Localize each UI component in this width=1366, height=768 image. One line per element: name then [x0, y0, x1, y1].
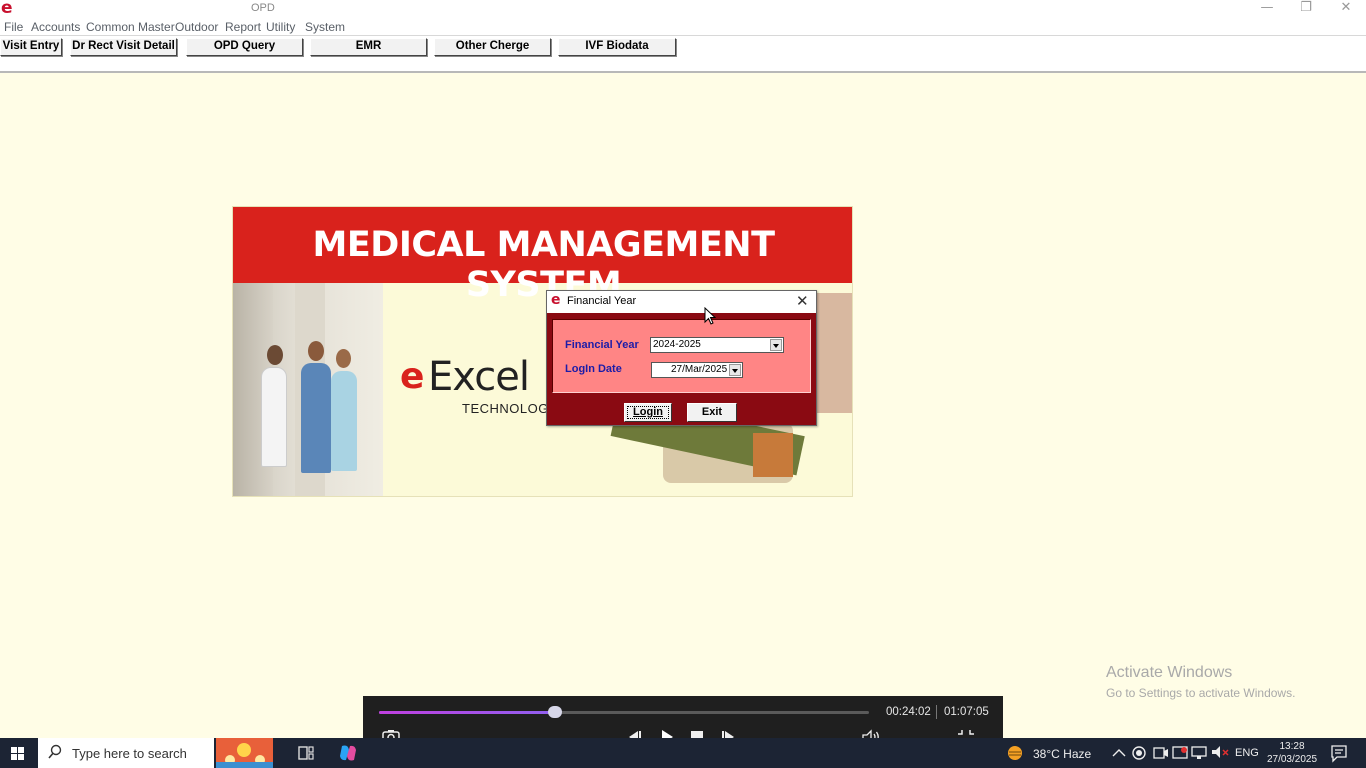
- visit-entry-button[interactable]: Visit Entry: [0, 38, 62, 56]
- dialog-panel: Financial Year 2024-2025 LogIn Date 27/M…: [552, 319, 811, 393]
- search-placeholder: Type here to search: [72, 746, 187, 761]
- menu-accounts[interactable]: Accounts: [31, 20, 80, 34]
- financial-year-select[interactable]: 2024-2025: [650, 337, 784, 353]
- taskbar: Type here to search 38°C Haze ENG 13:28 …: [0, 738, 1366, 768]
- app-logo-icon: e: [1, 0, 13, 18]
- login-button[interactable]: Login: [624, 403, 672, 422]
- login-date-value: 27/Mar/2025: [671, 364, 728, 375]
- meet-icon[interactable]: [1149, 742, 1171, 764]
- minimize-button[interactable]: —: [1247, 0, 1287, 18]
- nurse-figure-2: [331, 371, 357, 471]
- chevron-up-icon[interactable]: [1108, 742, 1130, 764]
- activate-windows-title: Activate Windows: [1106, 664, 1233, 681]
- news-widget-icon[interactable]: [216, 738, 273, 768]
- network-icon[interactable]: [1189, 742, 1211, 764]
- menu-system[interactable]: System: [305, 20, 345, 34]
- doctors-photo: [233, 283, 383, 496]
- menu-utility[interactable]: Utility: [266, 20, 295, 34]
- close-button[interactable]: ✕: [1326, 0, 1366, 18]
- seek-progress: [379, 711, 556, 714]
- opd-query-button[interactable]: OPD Query: [186, 38, 303, 56]
- remote-icon[interactable]: [1169, 742, 1191, 764]
- dialog-title-bar[interactable]: e Financial Year ✕: [547, 291, 816, 313]
- nurse-figure: [301, 363, 331, 473]
- taskbar-search[interactable]: Type here to search: [38, 738, 214, 768]
- clock-time: 13:28: [1279, 741, 1305, 752]
- dialog-close-icon[interactable]: ✕: [796, 292, 809, 310]
- dialog-logo-icon: e: [551, 292, 561, 308]
- title-bar: e OPD — ❐ ✕: [0, 0, 1366, 18]
- record-icon[interactable]: [1128, 742, 1150, 764]
- weather-icon[interactable]: [1004, 742, 1026, 764]
- windows-logo-icon: [11, 747, 17, 753]
- volume-muted-icon[interactable]: [1209, 742, 1231, 764]
- financial-year-label: Financial Year: [565, 339, 639, 351]
- menu-report[interactable]: Report: [225, 20, 261, 34]
- language-indicator[interactable]: ENG: [1235, 747, 1259, 759]
- clock-date: 27/03/2025: [1266, 754, 1318, 765]
- emr-button[interactable]: EMR: [310, 38, 427, 56]
- financial-year-dialog: e Financial Year ✕ Financial Year 2024-2…: [546, 290, 817, 426]
- dr-rect-visit-detail-button[interactable]: Dr Rect Visit Detail: [70, 38, 177, 56]
- menu-file[interactable]: File: [4, 20, 23, 34]
- task-view-icon[interactable]: [295, 742, 317, 764]
- notification-icon[interactable]: [1328, 742, 1350, 764]
- login-date-picker[interactable]: 27/Mar/2025: [651, 362, 743, 378]
- exit-button[interactable]: Exit: [687, 403, 737, 422]
- search-icon: [48, 744, 62, 759]
- login-date-label: LogIn Date: [565, 363, 622, 375]
- dialog-title: Financial Year: [567, 295, 637, 307]
- start-button[interactable]: [0, 738, 36, 768]
- mouse-cursor-icon: [704, 307, 716, 325]
- activate-windows-subtitle: Go to Settings to activate Windows.: [1106, 686, 1296, 700]
- seek-thumb[interactable]: [548, 706, 563, 718]
- excel-logo-word: Excel: [428, 354, 530, 400]
- seek-bar[interactable]: [379, 706, 869, 718]
- other-cherge-button[interactable]: Other Cherge: [434, 38, 551, 56]
- excel-logo-icon: e: [400, 356, 425, 397]
- chevron-down-icon[interactable]: [770, 339, 782, 351]
- financial-year-value: 2024-2025: [653, 339, 701, 350]
- menu-common-master[interactable]: Common Master: [86, 20, 175, 34]
- exit-button-label: Exit: [701, 406, 723, 418]
- restore-button[interactable]: ❐: [1286, 0, 1326, 18]
- weather-text[interactable]: 38°C Haze: [1033, 747, 1091, 761]
- total-time: 01:07:05: [944, 706, 989, 718]
- doctor-figure: [261, 367, 287, 467]
- window-title: OPD: [251, 2, 275, 14]
- copilot-icon[interactable]: [337, 742, 359, 764]
- clock[interactable]: 13:28 27/03/2025: [1265, 740, 1319, 766]
- toolbar: Visit Entry Dr Rect Visit Detail OPD Que…: [0, 36, 1366, 73]
- menu-bar: File Accounts Common Master Outdoor Repo…: [0, 18, 1366, 36]
- ivf-biodata-button[interactable]: IVF Biodata: [558, 38, 676, 56]
- splash-header: MEDICAL MANAGEMENT SYSTEM: [233, 207, 852, 305]
- current-time: 00:24:02: [886, 706, 931, 718]
- chevron-down-icon[interactable]: [729, 364, 741, 376]
- menu-outdoor[interactable]: Outdoor: [175, 20, 218, 34]
